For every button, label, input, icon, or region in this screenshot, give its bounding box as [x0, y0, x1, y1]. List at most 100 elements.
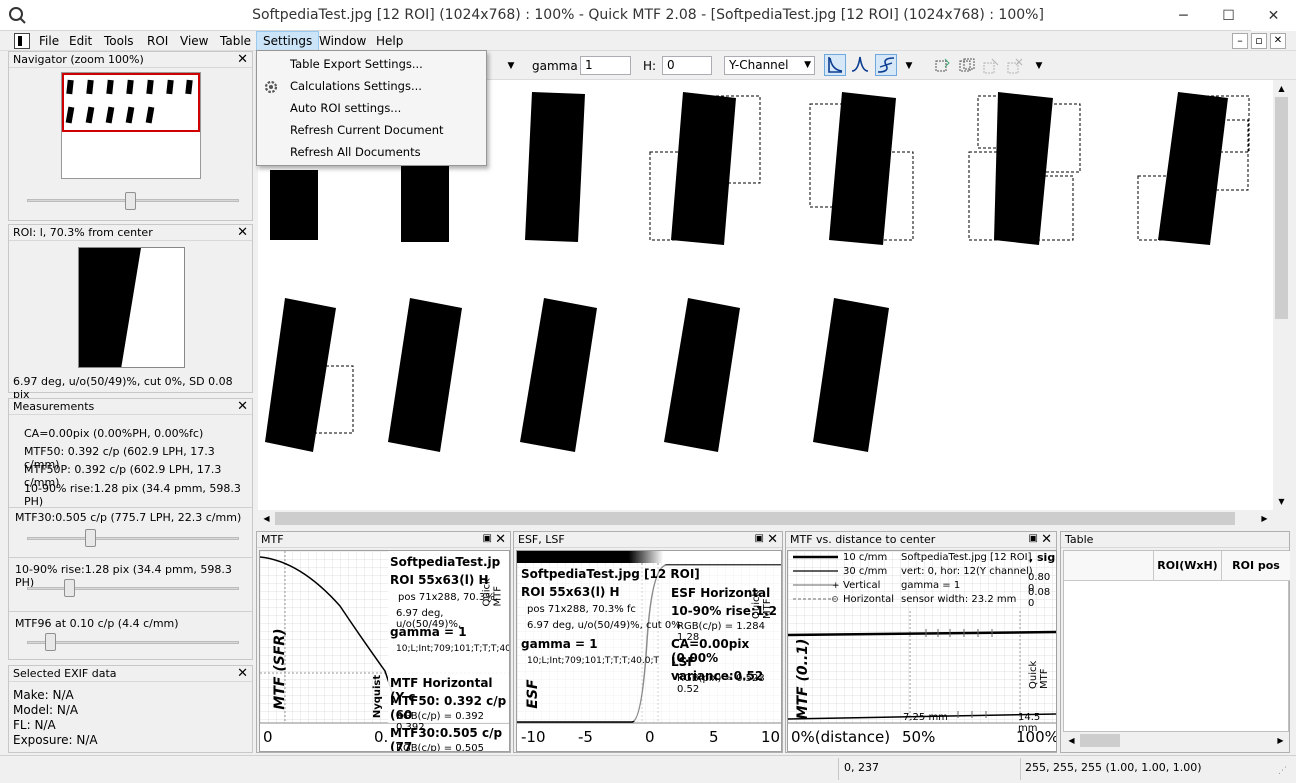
menu-item-table-export-settings[interactable]: Table Export Settings... [257, 53, 486, 75]
distance-panel-close-icon[interactable]: ✕ [1041, 532, 1052, 548]
menu-item-refresh-current-document[interactable]: Refresh Current Document [257, 119, 486, 141]
navigator-close-icon[interactable]: ✕ [237, 52, 248, 68]
curve-mtf-icon[interactable] [824, 54, 846, 76]
roi-panel-title: ROI: l, 70.3% from center [9, 225, 252, 241]
roi-delete-icon[interactable] [1006, 57, 1024, 75]
slider3-track[interactable] [27, 641, 239, 644]
esf-file: SoftpediaTest.jpg [12 ROI] [521, 567, 700, 581]
dist-side-label: Quick MTF [1028, 660, 1050, 689]
mtf-gamma: gamma = 1 [390, 625, 467, 639]
mdi-close-button[interactable]: ✕ [1270, 33, 1286, 49]
legend-30cmm: 30 c/mm [843, 566, 888, 577]
toolbar-dropdown-arrow[interactable]: ▼ [504, 57, 518, 75]
chevron-down-icon: ▼ [804, 60, 811, 70]
table-col-roi-wxh[interactable]: ROI(WxH) [1154, 551, 1222, 581]
toolbar-overflow-arrow[interactable]: ▼ [902, 57, 916, 75]
menu-table[interactable]: Table [214, 31, 257, 51]
scroll-down-arrow[interactable]: ▼ [1273, 493, 1290, 510]
dist-gamma: gamma = 1 [901, 580, 961, 591]
navigator-thumbnail[interactable] [61, 72, 201, 179]
menu-item-auto-roi-settings[interactable]: Auto ROI settings... [257, 97, 486, 119]
curve-esf-icon[interactable] [875, 54, 897, 76]
mtf-rgb2: RGB(c/p) = 0.505 0.50 [396, 743, 484, 752]
maximize-button[interactable]: ☐ [1206, 0, 1251, 31]
table-horizontal-scrollbar[interactable]: ◀ ▶ [1063, 732, 1289, 749]
table-grid[interactable]: ROI(WxH) ROI pos [1063, 550, 1290, 732]
slider2-thumb[interactable] [64, 579, 75, 597]
menu-settings[interactable]: Settings [256, 31, 320, 51]
mtf-panel-close-icon[interactable]: ✕ [495, 532, 506, 548]
scroll-thumb-vertical[interactable] [1275, 97, 1288, 319]
h-input[interactable]: 0 [662, 56, 712, 75]
mtf-xtick-1: 0. [374, 728, 389, 746]
slider1-track[interactable] [27, 537, 239, 540]
table-scroll-right-arrow[interactable]: ▶ [1272, 732, 1289, 749]
menu-roi[interactable]: ROI [141, 31, 174, 51]
mdi-restore-button[interactable]: ▫ [1251, 33, 1267, 49]
scroll-right-arrow[interactable]: ▶ [1256, 510, 1273, 527]
esf-xtick-2: 0 [645, 728, 655, 746]
slider3-label: MTF96 at 0.10 c/p (4.4 c/mm) [15, 617, 179, 630]
resize-grip-icon[interactable]: ⋰ [1278, 766, 1292, 780]
distance-panel-restore-icon[interactable]: ▣ [1029, 533, 1038, 544]
esf-params: 10;L;Int;709;101;T;T;T;40.0;T [527, 656, 660, 666]
close-button[interactable]: ✕ [1251, 0, 1296, 31]
mtf-chart[interactable]: MTF (SFR) Nyquist SoftpediaTest.jp ROI 5… [259, 550, 510, 752]
navigator-panel: Navigator (zoom 100%) ✕ [8, 51, 253, 221]
document-icon[interactable] [14, 33, 30, 49]
menu-item-refresh-all-documents[interactable]: Refresh All Documents [257, 141, 486, 163]
menu-file[interactable]: File [33, 31, 65, 51]
mdi-minimize-button[interactable]: – [1232, 33, 1248, 49]
menu-window[interactable]: Window [313, 31, 372, 51]
exif-model: Model: N/A [13, 703, 79, 717]
roi-move-icon[interactable] [982, 57, 1000, 75]
channel-select[interactable]: Y-Channel ▼ [724, 56, 815, 75]
h-label: H: [643, 59, 657, 73]
curve-lsf-icon[interactable] [850, 54, 872, 76]
roi-duplicate-icon[interactable] [958, 57, 976, 75]
canvas-vertical-scrollbar[interactable]: ▲ ▼ [1273, 80, 1290, 510]
table-scroll-thumb[interactable] [1080, 734, 1120, 747]
esf-panel-close-icon[interactable]: ✕ [767, 532, 778, 548]
roi-panel: ROI: l, 70.3% from center ✕ 6.97 deg, u/… [8, 224, 253, 401]
slider3-thumb[interactable] [45, 633, 56, 651]
scroll-left-arrow[interactable]: ◀ [258, 510, 275, 527]
table-scroll-left-arrow[interactable]: ◀ [1063, 732, 1080, 749]
measurement-ca: CA=0.00pix (0.00%PH, 0.00%fc) [24, 427, 204, 440]
roi-panel-close-icon[interactable]: ✕ [237, 225, 248, 241]
scroll-thumb-horizontal[interactable] [275, 512, 1235, 525]
esf-chart[interactable]: ESF SoftpediaTest.jpg [12 ROI] ROI 55x63… [516, 550, 782, 752]
measurements-close-icon[interactable]: ✕ [237, 399, 248, 415]
esf-panel: ESF, LSF ▣ ✕ ESF SoftpediaTest.jpg [12 R… [513, 531, 783, 753]
legend-horizontal: Horizontal [843, 594, 895, 605]
slider1-thumb[interactable] [85, 529, 96, 547]
slider2-track[interactable] [27, 587, 239, 590]
roi-add-icon[interactable] [934, 57, 952, 75]
mtf-xtick-0: 0 [263, 728, 273, 746]
dist-sensor: sensor width: 23.2 mm [901, 594, 1017, 605]
menu-edit[interactable]: Edit [63, 31, 98, 51]
mtf-ylabel: MTF (SFR) [272, 628, 288, 710]
mtf-panel-restore-icon[interactable]: ▣ [483, 533, 492, 544]
menu-item-calculations-settings[interactable]: Calculations Settings... [257, 75, 486, 97]
distance-chart[interactable]: + 10 c/mm 30 c/mm Vertical Horizontal So… [787, 550, 1057, 752]
toolbar-overflow-arrow-2[interactable]: ▼ [1032, 57, 1046, 75]
gamma-input[interactable]: 1 [580, 56, 631, 75]
table-panel: Table ROI(WxH) ROI pos ◀ ▶ [1060, 531, 1290, 753]
menu-tools[interactable]: Tools [98, 31, 140, 51]
minimize-button[interactable]: ─ [1161, 0, 1206, 31]
exif-close-icon[interactable]: ✕ [237, 666, 248, 682]
scroll-up-arrow[interactable]: ▲ [1273, 80, 1290, 97]
menu-help[interactable]: Help [370, 31, 409, 51]
table-col-roi-pos[interactable]: ROI pos [1222, 551, 1290, 581]
navigator-title: Navigator (zoom 100%) [9, 52, 252, 68]
svg-text:+: + [832, 581, 840, 591]
canvas-horizontal-scrollbar[interactable]: ◀ ▶ [258, 510, 1273, 527]
exif-exposure: Exposure: N/A [13, 733, 98, 747]
exif-fl: FL: N/A [13, 718, 56, 732]
legend-vertical: Vertical [843, 580, 881, 591]
menu-view[interactable]: View [174, 31, 214, 51]
mtf-side-label: Quick MTF [481, 578, 504, 607]
navigator-zoom-thumb[interactable] [125, 192, 136, 210]
esf-panel-restore-icon[interactable]: ▣ [755, 533, 764, 544]
